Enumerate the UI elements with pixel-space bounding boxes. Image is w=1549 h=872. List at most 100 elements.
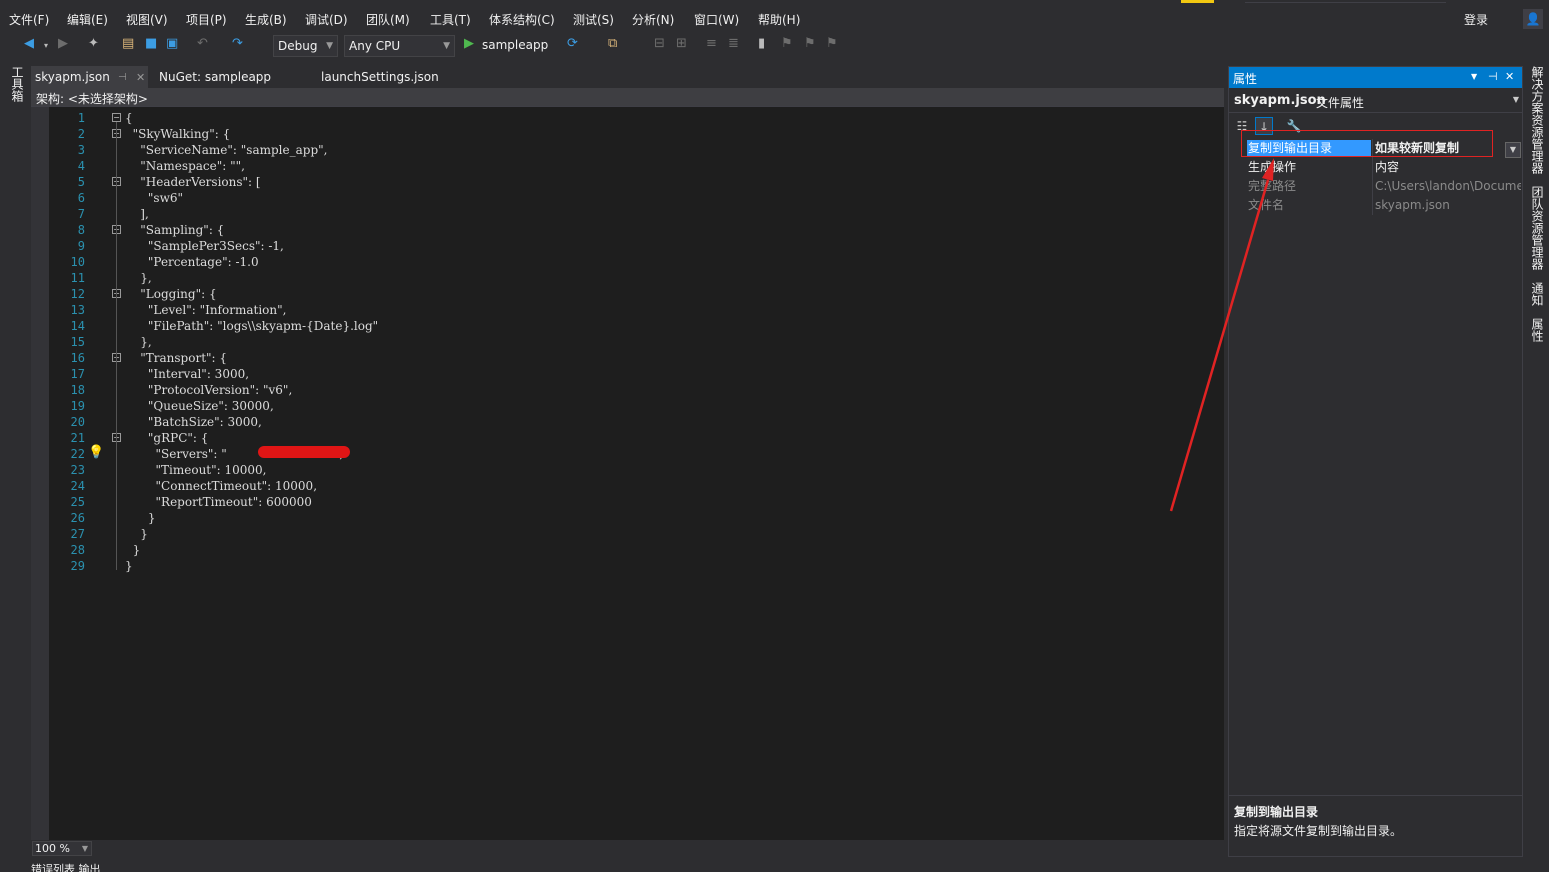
menu-window[interactable]: 窗口(W) bbox=[694, 11, 739, 28]
chevron-down-icon[interactable]: ▼ bbox=[1505, 142, 1521, 158]
clear-bookmarks-icon[interactable]: ⚑ bbox=[826, 36, 838, 51]
code-line[interactable]: } bbox=[125, 510, 156, 526]
step-icon[interactable]: ⊟ bbox=[654, 36, 665, 51]
property-value: C:\Users\landon\Docume bbox=[1375, 179, 1521, 193]
back-dropdown-icon[interactable]: ▾ bbox=[44, 41, 48, 50]
chevron-down-icon: ▼ bbox=[81, 844, 88, 853]
comment-icon[interactable]: ≡ bbox=[706, 36, 717, 51]
code-line[interactable]: "gRPC": { bbox=[125, 430, 209, 446]
code-line[interactable]: "BatchSize": 3000, bbox=[125, 414, 262, 430]
sign-in-link[interactable]: 登录 bbox=[1464, 11, 1488, 28]
new-project-icon[interactable]: ✦ bbox=[88, 36, 99, 51]
step-over-icon[interactable]: ⊞ bbox=[676, 36, 687, 51]
code-line[interactable]: "sw6" bbox=[125, 190, 183, 206]
code-line[interactable]: "Interval": 3000, bbox=[125, 366, 249, 382]
save-icon[interactable]: ■ bbox=[145, 36, 157, 51]
menu-file[interactable]: 文件(F) bbox=[9, 11, 49, 28]
feedback-indicator bbox=[1181, 0, 1214, 3]
solution-explorer-tab[interactable]: 解决方案资源管理器 bbox=[1529, 66, 1546, 174]
menu-edit[interactable]: 编辑(E) bbox=[67, 11, 108, 28]
code-line[interactable]: "ServiceName": "sample_app", bbox=[125, 142, 327, 158]
close-icon[interactable]: ✕ bbox=[1505, 70, 1514, 83]
menu-test[interactable]: 测试(S) bbox=[573, 11, 614, 28]
menu-help[interactable]: 帮助(H) bbox=[758, 11, 800, 28]
start-debug-icon[interactable]: ▶ bbox=[464, 36, 474, 51]
team-explorer-tab[interactable]: 团队资源管理器 bbox=[1529, 186, 1546, 270]
code-line[interactable]: }, bbox=[125, 270, 151, 286]
bookmark-icon[interactable]: ▮ bbox=[758, 36, 765, 51]
code-line[interactable]: "QueueSize": 30000, bbox=[125, 398, 274, 414]
close-icon[interactable]: ✕ bbox=[136, 68, 145, 87]
line-number: 9 bbox=[77, 239, 85, 253]
platform-select[interactable]: Any CPU ▼ bbox=[344, 35, 455, 57]
code-line[interactable]: "Percentage": -1.0 bbox=[125, 254, 259, 270]
line-number: 20 bbox=[70, 415, 85, 429]
property-row[interactable]: 文件名 skyapm.json bbox=[1229, 196, 1522, 215]
menu-view[interactable]: 视图(V) bbox=[126, 11, 168, 28]
menu-analyze[interactable]: 分析(N) bbox=[632, 11, 674, 28]
code-line[interactable]: "Timeout": 10000, bbox=[125, 462, 267, 478]
properties-tab[interactable]: 属性 bbox=[1529, 318, 1546, 342]
redo-icon[interactable]: ↷ bbox=[232, 36, 243, 51]
lightbulb-icon[interactable]: 💡 bbox=[88, 445, 104, 460]
collapse-icon[interactable]: − bbox=[112, 113, 121, 122]
code-editor[interactable]: 1−{2− "SkyWalking": {3 "ServiceName": "s… bbox=[31, 107, 1224, 840]
object-selector[interactable]: skyapm.json 文件属性 ▼ bbox=[1229, 89, 1522, 113]
property-row[interactable]: 完整路径 C:\Users\landon\Docume bbox=[1229, 177, 1522, 196]
undo-icon[interactable]: ↶ bbox=[197, 36, 208, 51]
menu-project[interactable]: 项目(P) bbox=[186, 11, 227, 28]
code-line[interactable]: "Logging": { bbox=[125, 286, 216, 302]
code-line[interactable]: "FilePath": "logs\\skyapm-{Date}.log" bbox=[125, 318, 378, 334]
bottom-tabs-label[interactable]: 错误列表 输出 bbox=[31, 861, 101, 872]
menu-debug[interactable]: 调试(D) bbox=[305, 11, 348, 28]
menu-build[interactable]: 生成(B) bbox=[245, 11, 287, 28]
zoom-select[interactable]: 100 % ▼ bbox=[32, 841, 92, 856]
pin-icon[interactable]: ⊣ bbox=[118, 68, 127, 87]
quick-launch-box[interactable] bbox=[1245, 0, 1446, 3]
forward-icon[interactable]: ▶ bbox=[58, 36, 68, 51]
code-line[interactable]: ], bbox=[125, 206, 149, 222]
browser-link-icon[interactable]: ⧉ bbox=[608, 36, 617, 51]
start-debug-label[interactable]: sampleapp bbox=[482, 38, 548, 52]
code-line[interactable]: { bbox=[125, 110, 133, 126]
window-menu-icon[interactable]: ▼ bbox=[1471, 72, 1477, 81]
notifications-tab[interactable]: 通知 bbox=[1529, 282, 1546, 306]
menu-architecture[interactable]: 体系结构(C) bbox=[489, 11, 555, 28]
code-line[interactable]: "Sampling": { bbox=[125, 222, 224, 238]
editor-statusbar: 100 % ▼ bbox=[31, 840, 1224, 857]
schema-bar[interactable]: 架构: <未选择架构> bbox=[31, 88, 1224, 107]
toolbox-tab[interactable]: 工具箱 bbox=[9, 66, 26, 102]
code-line[interactable]: }, bbox=[125, 334, 151, 350]
back-icon[interactable]: ◀ bbox=[24, 36, 34, 51]
tab-label: skyapm.json bbox=[35, 70, 110, 84]
menu-tools[interactable]: 工具(T) bbox=[430, 11, 471, 28]
code-line[interactable]: "Level": "Information", bbox=[125, 302, 287, 318]
code-line[interactable]: } bbox=[125, 558, 133, 574]
open-file-icon[interactable]: ▤ bbox=[122, 36, 134, 51]
uncomment-icon[interactable]: ≣ bbox=[728, 36, 739, 51]
property-value[interactable]: 内容 bbox=[1375, 159, 1521, 176]
tab-nuget[interactable]: NuGet: sampleapp bbox=[159, 66, 271, 88]
property-row[interactable]: 生成操作 内容 bbox=[1229, 158, 1522, 177]
code-line[interactable]: "ConnectTimeout": 10000, bbox=[125, 478, 318, 494]
code-line[interactable]: } bbox=[125, 542, 141, 558]
code-line[interactable]: "ProtocolVersion": "v6", bbox=[125, 382, 292, 398]
code-line[interactable]: "SamplePer3Secs": -1, bbox=[125, 238, 284, 254]
code-line[interactable]: "Namespace": "", bbox=[125, 158, 245, 174]
refresh-icon[interactable]: ⟳ bbox=[567, 36, 578, 51]
configuration-select[interactable]: Debug ▼ bbox=[273, 35, 338, 57]
menu-team[interactable]: 团队(M) bbox=[366, 11, 410, 28]
code-line[interactable]: } bbox=[125, 526, 148, 542]
tab-skyapm-json[interactable]: skyapm.json ⊣ ✕ bbox=[31, 66, 148, 88]
code-line[interactable]: "Transport": { bbox=[125, 350, 227, 366]
next-bookmark-icon[interactable]: ⚑ bbox=[804, 36, 816, 51]
code-line[interactable]: "HeaderVersions": [ bbox=[125, 174, 260, 190]
glyph-margin bbox=[31, 107, 49, 840]
tab-launchsettings[interactable]: launchSettings.json bbox=[321, 66, 439, 88]
prev-bookmark-icon[interactable]: ⚑ bbox=[781, 36, 793, 51]
pin-icon[interactable]: ⊣ bbox=[1488, 70, 1498, 83]
save-all-icon[interactable]: ▣ bbox=[166, 36, 178, 51]
account-icon[interactable]: 👤 bbox=[1523, 9, 1543, 29]
code-line[interactable]: "ReportTimeout": 600000 bbox=[125, 494, 312, 510]
code-line[interactable]: "SkyWalking": { bbox=[125, 126, 231, 142]
